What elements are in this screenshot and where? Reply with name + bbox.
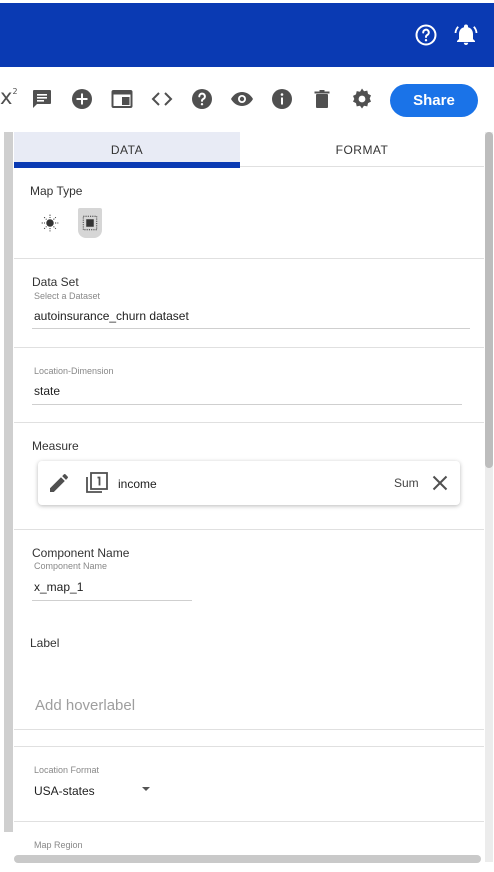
- measure-chip[interactable]: income Sum: [38, 461, 460, 505]
- dataset-hint: Select a Dataset: [34, 291, 101, 301]
- scrollbar-thumb[interactable]: [485, 132, 493, 468]
- help-icon[interactable]: [190, 87, 214, 111]
- comment-icon[interactable]: [30, 87, 54, 111]
- map-type-section: Map Type: [14, 168, 484, 259]
- bell-icon[interactable]: [454, 23, 478, 47]
- measure-label: Measure: [32, 439, 79, 453]
- eye-icon[interactable]: [230, 87, 254, 111]
- superscript-tool[interactable]: x2: [0, 85, 18, 109]
- point-map-icon[interactable]: [38, 208, 62, 238]
- location-dimension-field[interactable]: state: [34, 384, 60, 398]
- measure-field-name: income: [118, 477, 157, 491]
- component-name-underline: [32, 600, 192, 601]
- hover-label-label: Label: [30, 636, 60, 650]
- component-name-input[interactable]: x_map_1: [34, 580, 83, 594]
- dataset-section: Data Set Select a Dataset autoinsurance_…: [14, 259, 484, 348]
- location-format-select[interactable]: USA-states: [34, 784, 95, 798]
- hover-label-input[interactable]: Add hoverlabel: [35, 697, 135, 714]
- gear-icon[interactable]: [350, 87, 374, 111]
- location-dimension-hint: Location-Dimension: [34, 366, 114, 376]
- tab-data[interactable]: DATA: [14, 132, 240, 168]
- share-button[interactable]: Share: [390, 84, 478, 117]
- dataset-label: Data Set: [32, 275, 79, 289]
- map-region-hint: Map Region: [34, 840, 83, 850]
- vertical-scrollbar[interactable]: [485, 132, 493, 862]
- app-header: [0, 3, 494, 67]
- pencil-icon[interactable]: [47, 471, 71, 495]
- add-circle-icon[interactable]: [70, 87, 94, 111]
- location-format-section: Location Format USA-states: [14, 746, 484, 822]
- location-dimension-section: Location-Dimension state: [14, 348, 484, 423]
- filter-one-icon: [85, 471, 109, 495]
- horizontal-scrollbar[interactable]: [14, 855, 481, 863]
- info-icon[interactable]: [270, 87, 294, 111]
- properties-panel: DATA FORMAT Map Type Data Set Select a D…: [14, 132, 484, 862]
- component-name-label: Component Name: [32, 546, 130, 560]
- code-icon[interactable]: [150, 87, 174, 111]
- tab-format[interactable]: FORMAT: [240, 132, 484, 167]
- left-panel-rail: [4, 132, 13, 832]
- map-type-label: Map Type: [30, 184, 83, 198]
- location-dimension-underline: [32, 404, 462, 405]
- window-icon[interactable]: [110, 87, 134, 111]
- measure-aggregation[interactable]: Sum: [394, 476, 419, 490]
- close-icon[interactable]: [428, 471, 452, 495]
- component-name-hint: Component Name: [34, 561, 108, 571]
- dataset-select[interactable]: autoinsurance_churn dataset: [34, 309, 189, 323]
- chevron-down-icon[interactable]: [142, 787, 150, 791]
- region-map-icon[interactable]: [78, 208, 102, 238]
- location-format-hint: Location Format: [34, 765, 100, 775]
- dataset-underline: [32, 328, 470, 329]
- help-circle-icon[interactable]: [414, 23, 438, 47]
- panel-tabs: DATA FORMAT: [14, 132, 484, 168]
- delete-icon[interactable]: [310, 87, 334, 111]
